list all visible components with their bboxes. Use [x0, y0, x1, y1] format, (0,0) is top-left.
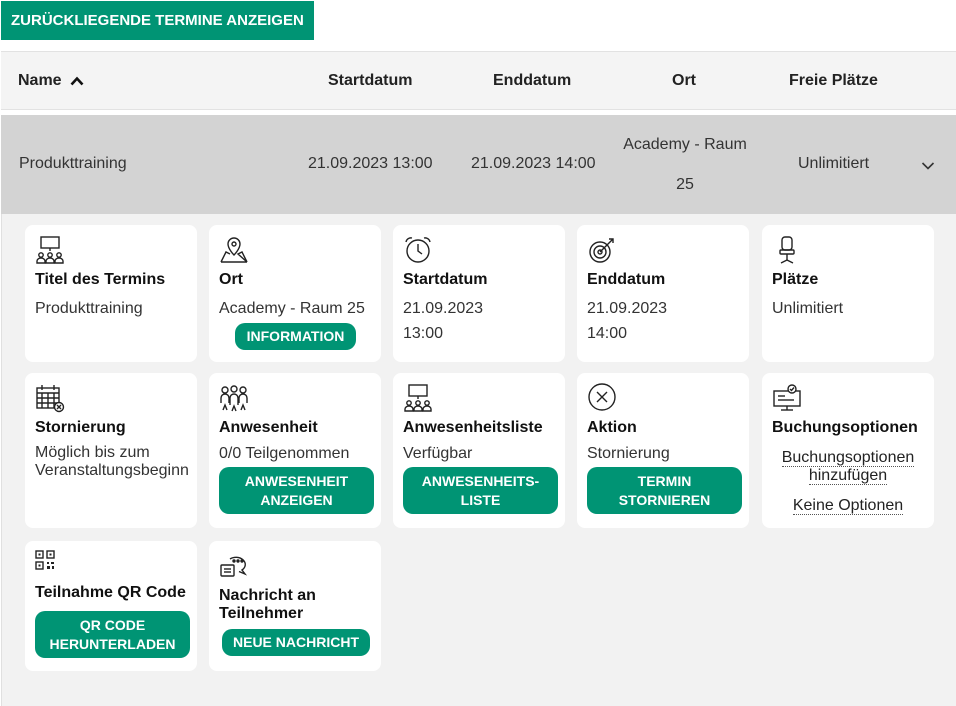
card-stornierung-title: Stornierung [35, 419, 126, 436]
card-enddatum-title: Enddatum [587, 271, 666, 288]
card-ort-title: Ort [219, 271, 243, 288]
card-aktion-title: Aktion [587, 419, 637, 436]
column-header-freie-plaetze[interactable]: Freie Plätze [789, 52, 878, 110]
cancel-appointment-button-line1: TERMIN [637, 472, 692, 489]
card-startdatum-date: 21.09.2023 [403, 300, 484, 317]
qr-code-icon [35, 550, 187, 574]
show-past-appointments-button[interactable]: ZURÜCKLIEGENDE TERMINE ANZEIGEN [1, 1, 314, 40]
card-aktion-text: Stornierung [587, 445, 670, 462]
presentation-icon [35, 235, 187, 265]
download-qr-code-button-line2: HERUNTERLADEN [49, 635, 176, 652]
card-startdatum-title: Startdatum [403, 271, 488, 288]
presentation-icon [403, 383, 555, 413]
row-ort: Academy - Raum 25 [621, 125, 749, 205]
card-nachricht-title-line2: Teilnehmer [219, 605, 304, 622]
row-name: Produkttraining [19, 155, 127, 172]
add-booking-options-link-line2: hinzufügen [808, 467, 888, 484]
row-enddatum: 21.09.2023 14:00 [471, 155, 596, 172]
no-options-link[interactable]: Keine Optionen [792, 497, 904, 515]
detail-panel: Titel des Termins Produkttraining Ort Ac… [1, 214, 956, 706]
attendance-list-button-line2: LISTE [460, 491, 501, 508]
chevron-down-icon[interactable] [921, 158, 935, 176]
column-header-ort[interactable]: Ort [672, 52, 696, 110]
card-ort: Ort Academy - Raum 25 INFORMATION [209, 225, 381, 362]
card-enddatum: Enddatum 21.09.2023 14:00 [577, 225, 749, 362]
column-header-name[interactable]: Name [18, 52, 84, 110]
close-circle-icon [587, 383, 739, 413]
table-row[interactable]: Produkttraining 21.09.2023 13:00 21.09.2… [1, 115, 956, 214]
card-buchungsoptionen: Buchungsoptionen Buchungsoptionen hinzuf… [762, 373, 934, 528]
card-aktion: Aktion Stornierung TERMIN STORNIEREN [577, 373, 749, 528]
card-plaetze-text: Unlimitiert [772, 300, 844, 317]
row-ort-line1: Academy - Raum [623, 136, 747, 153]
card-enddatum-time: 14:00 [587, 325, 628, 342]
card-stornierung-text: Möglich bis zum Veranstaltungsbeginn [35, 444, 189, 479]
sort-ascending-icon[interactable] [70, 76, 84, 86]
card-nachricht: Nachricht an Teilnehmer NEUE NACHRICHT [209, 541, 381, 671]
card-plaetze: Plätze Unlimitiert [762, 225, 934, 362]
card-titel-text: Produkttraining [35, 300, 143, 317]
card-anwesenheit-title: Anwesenheit [219, 419, 318, 436]
show-attendance-button[interactable]: ANWESENHEIT ANZEIGEN [219, 467, 374, 514]
card-anwesenheitsliste: Anwesenheitsliste Verfügbar ANWESENHEITS… [393, 373, 565, 528]
card-anwesenheit-text: 0/0 Teilgenommen [219, 445, 350, 462]
row-startdatum: 21.09.2023 13:00 [308, 155, 433, 172]
card-startdatum-time: 13:00 [403, 325, 444, 342]
card-nachricht-title-line1: Nachricht an [219, 587, 316, 604]
chair-icon [772, 235, 924, 265]
table-header: Name Startdatum Enddatum Ort Freie Plätz… [1, 51, 956, 110]
card-qr-code-title: Teilnahme QR Code [35, 584, 186, 601]
download-qr-code-button-line1: QR CODE [79, 616, 146, 633]
card-nachricht-title: Nachricht an Teilnehmer [219, 587, 371, 623]
new-message-button[interactable]: NEUE NACHRICHT [222, 629, 370, 656]
add-booking-options-link[interactable]: Buchungsoptionen hinzufügen [781, 449, 915, 485]
card-qr-code: Teilnahme QR Code QR CODE HERUNTERLADEN [25, 541, 197, 671]
card-anwesenheit: Anwesenheit 0/0 Teilgenommen ANWESENHEIT… [209, 373, 381, 528]
cancel-appointment-button-line2: STORNIEREN [618, 491, 711, 508]
calendar-cancel-icon [35, 383, 187, 413]
show-attendance-button-line1: ANWESENHEIT [244, 472, 349, 489]
monitor-settings-icon [772, 383, 924, 413]
map-pin-icon [219, 235, 371, 265]
card-titel: Titel des Termins Produkttraining [25, 225, 197, 362]
row-ort-line2: 25 [676, 176, 694, 193]
card-ort-text: Academy - Raum 25 [219, 300, 365, 317]
alarm-clock-icon [403, 235, 555, 265]
add-booking-options-link-line1: Buchungsoptionen [781, 449, 915, 466]
attendance-list-button[interactable]: ANWESENHEITS- LISTE [403, 467, 558, 514]
card-anwesenheitsliste-text: Verfügbar [403, 445, 473, 462]
card-startdatum: Startdatum 21.09.2023 13:00 [393, 225, 565, 362]
card-plaetze-title: Plätze [772, 271, 819, 288]
information-button[interactable]: INFORMATION [235, 323, 356, 350]
column-header-name-label: Name [18, 72, 62, 89]
card-stornierung: Stornierung Möglich bis zum Veranstaltun… [25, 373, 197, 528]
target-icon [587, 235, 739, 265]
chat-bubble-icon [219, 551, 371, 581]
column-header-startdatum[interactable]: Startdatum [328, 52, 412, 110]
row-freie-plaetze: Unlimitiert [798, 155, 870, 172]
group-icon [219, 383, 371, 413]
show-attendance-button-line2: ANZEIGEN [260, 491, 333, 508]
card-enddatum-date: 21.09.2023 [587, 300, 668, 317]
column-header-enddatum[interactable]: Enddatum [493, 52, 571, 110]
card-buchungsoptionen-title: Buchungsoptionen [772, 419, 918, 436]
card-anwesenheitsliste-title: Anwesenheitsliste [403, 419, 543, 436]
attendance-list-button-line1: ANWESENHEITS- [421, 472, 540, 489]
download-qr-code-button[interactable]: QR CODE HERUNTERLADEN [35, 611, 190, 658]
card-titel-title: Titel des Termins [35, 271, 166, 288]
cancel-appointment-button[interactable]: TERMIN STORNIEREN [587, 467, 742, 514]
